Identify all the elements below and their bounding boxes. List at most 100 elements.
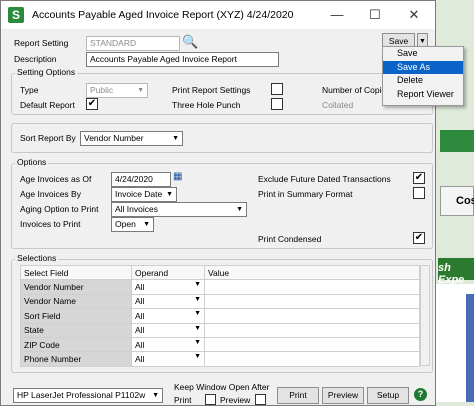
three-hole-punch-label: Three Hole Punch [172,100,241,110]
age-invoices-by-label: Age Invoices By [20,189,81,199]
keep-open-preview-label: Preview [220,395,251,405]
table-row[interactable]: State All ▼ [20,322,420,338]
operand-cell[interactable]: All ▼ [131,336,205,353]
report-setting-field[interactable]: STANDARD [86,36,180,51]
close-button[interactable]: ✕ [394,1,434,29]
exclude-future-label: Exclude Future Dated Transactions [258,174,391,184]
print-button[interactable]: Print [277,387,319,404]
background-expense-header: sh Expe [438,258,474,286]
save-dropdown-menu: Save Save As Delete Report Viewer [382,46,464,106]
background-cos-tab: Cos [440,186,474,216]
window-title: Accounts Payable Aged Invoice Report (XY… [32,9,294,21]
print-summary-label: Print in Summary Format [258,189,353,199]
chevron-down-icon: ▼ [236,206,243,213]
sage-app-icon: S [8,7,24,23]
background-chart [436,284,474,402]
print-report-settings-checkbox[interactable] [271,83,283,95]
select-field-cell: Phone Number [20,351,132,367]
age-invoices-as-of-field[interactable]: 4/24/2020 [111,172,171,187]
type-select-value: Public [90,85,114,95]
print-summary-checkbox[interactable] [413,187,425,199]
invoices-to-print-label: Invoices to Print [20,219,81,229]
operand-cell[interactable]: All ▼ [131,279,205,295]
chevron-down-icon: ▼ [194,353,201,361]
chevron-down-icon: ▼ [137,87,144,94]
background-green-bar [440,130,474,152]
maximize-button[interactable]: ☐ [355,1,395,29]
exclude-future-checkbox[interactable]: ✔ [413,172,425,184]
description-label: Description [14,54,57,64]
invoices-to-print-select[interactable]: Open ▼ [111,217,154,232]
value-cell[interactable] [204,322,420,338]
setup-button[interactable]: Setup [367,387,409,404]
default-report-label: Default Report [20,100,75,110]
keep-open-print-checkbox[interactable] [205,394,216,405]
table-row[interactable]: ZIP Code All ▼ [20,336,420,353]
menu-item-report-viewer[interactable]: Report Viewer [383,88,463,102]
menu-item-save[interactable]: Save [383,47,463,61]
value-cell[interactable] [204,308,420,324]
chevron-down-icon: ▼ [172,135,179,142]
invoices-to-print-value: Open [115,219,136,229]
options-title: Options [15,157,49,167]
preview-button[interactable]: Preview [322,387,364,404]
select-field-cell: State [20,322,132,338]
operand-cell[interactable]: All ▼ [131,293,205,310]
keep-open-preview-checkbox[interactable] [255,394,266,405]
chevron-down-icon: ▼ [143,221,150,228]
report-window: S Accounts Payable Aged Invoice Report (… [0,0,436,406]
keep-open-print-label: Print [174,395,192,405]
selections-header-row: Select Field Operand Value [20,264,420,281]
printer-value: HP LaserJet Professional P1102w [17,390,146,400]
value-cell[interactable] [204,279,420,295]
operand-value: All [135,310,145,321]
selections-scrollbar[interactable] [420,265,430,366]
print-condensed-label: Print Condensed [258,234,322,244]
type-select[interactable]: Public ▼ [86,83,148,98]
operand-header: Operand [131,264,205,281]
select-field-cell: Vendor Name [20,293,132,310]
selections-title: Selections [15,253,59,263]
menu-item-save-as[interactable]: Save As [383,60,463,74]
print-condensed-checkbox[interactable]: ✔ [413,232,425,244]
operand-value: All [135,339,145,350]
value-cell[interactable] [204,336,420,353]
aging-option-select[interactable]: All Invoices ▼ [111,202,247,217]
aging-option-value: All Invoices [115,204,158,214]
table-row[interactable]: Vendor Number All ▼ [20,279,420,295]
menu-item-delete[interactable]: Delete [383,74,463,88]
value-cell[interactable] [204,351,420,367]
chevron-down-icon: ▼ [194,295,201,303]
operand-cell[interactable]: All ▼ [131,322,205,338]
aging-option-label: Aging Option to Print [20,204,99,214]
operand-cell[interactable]: All ▼ [131,351,205,367]
printer-select[interactable]: HP LaserJet Professional P1102w ▼ [13,388,163,403]
select-field-header: Select Field [20,264,132,281]
default-report-checkbox[interactable]: ✔ [86,98,98,110]
sort-report-by-value: Vendor Number [84,133,144,143]
select-field-cell: ZIP Code [20,336,132,353]
chevron-down-icon: ▼ [194,281,201,289]
age-invoices-by-value: Invoice Date [115,189,163,199]
help-icon[interactable]: ? [414,388,427,401]
operand-value: All [135,282,145,293]
age-invoices-as-of-label: Age Invoices as Of [20,174,92,184]
table-row[interactable]: Sort Field All ▼ [20,308,420,324]
collated-label: Collated [322,100,354,110]
operand-cell[interactable]: All ▼ [131,308,205,324]
three-hole-punch-checkbox[interactable] [271,98,283,110]
chevron-down-icon: ▼ [194,338,201,346]
report-setting-label: Report Setting [14,38,69,48]
calendar-icon[interactable]: ▦ [173,171,182,182]
operand-value: All [135,354,145,365]
minimize-button[interactable]: — [317,1,357,29]
table-row[interactable]: Vendor Name All ▼ [20,293,420,310]
operand-value: All [135,296,145,307]
description-field[interactable]: Accounts Payable Aged Invoice Report [86,52,279,67]
sort-report-by-select[interactable]: Vendor Number ▼ [80,131,183,146]
age-invoices-by-select[interactable]: Invoice Date ▼ [111,187,177,202]
lookup-icon[interactable]: 🔍 [182,34,198,50]
value-cell[interactable] [204,293,420,310]
keep-window-open-label: Keep Window Open After [174,382,270,392]
table-row[interactable]: Phone Number All ▼ [20,351,420,367]
